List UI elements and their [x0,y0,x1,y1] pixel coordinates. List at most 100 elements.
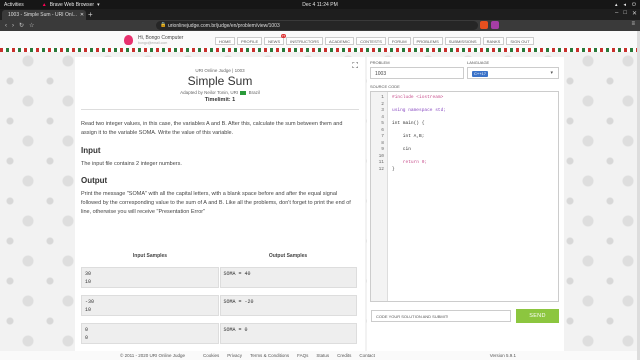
nav-label: ACADEMIC [328,38,351,44]
nav-label: FORUM [391,38,407,44]
line-number: 11 [378,160,384,165]
submit-hint-field[interactable]: CODE YOUR SOLUTION AND SUBMIT! [371,310,511,322]
sample-output: SOMA = 0 [219,323,357,344]
user-email: bongo@email.com [138,41,168,45]
footer-link-cookies[interactable]: Cookies [203,353,219,358]
code-line: return 0; [392,160,428,165]
code-line: using namespace std; [392,108,447,113]
browser-tab[interactable]: 1003 - Simple Sum - URI Onl... ✕ [2,10,86,20]
line-number: 4 [381,114,384,120]
nav-home-button[interactable]: HOME [215,37,235,45]
nav-news-button[interactable]: NEWS 77 [264,34,287,45]
sample-input: -30 10 [81,295,219,316]
line-number: 7 [381,134,384,139]
url-text: urionlinejudge.com.br/judge/en/problem/v… [168,22,280,29]
output-samples-header: Output Samples [268,253,308,259]
code-editor[interactable]: 1 2 3 4 5 6 7 8 9 10 11 12 #include <iostream> using… [370,91,559,302]
nav-label: PROFILE [241,38,259,44]
tab-strip: 1003 - Simple Sum - URI Onl... ✕ + – □ ✕ [0,9,640,20]
sample-row: 0 0 SOMA = 0 [81,323,357,344]
forward-icon[interactable]: › [12,23,14,29]
nav-problems-button[interactable]: PROBLEMS [412,37,443,45]
timelimit: Timelimit: 1 [204,97,236,103]
nav-submissions-button[interactable]: SUBMISSIONS [444,37,481,45]
nav-label: SIGN OUT [510,38,530,44]
footer-link-status[interactable]: Status [316,353,329,358]
problem-description: Read two integer values, in this case, t… [81,121,343,136]
user-greeting: Hi, Bongo Computer bongo@email.com [138,35,183,45]
judge-label: URI Online Judge | 1003 [195,68,245,73]
nav-label: NEWS [268,38,281,44]
footer-links: Cookies Privacy Terms & Conditions FAQs Stat… [203,353,375,358]
site-footer: © 2011 - 2020 URI Online Judge Cookies Pr… [0,351,640,360]
line-gutter: 1 2 3 4 5 6 7 8 9 10 11 12 [371,92,388,301]
sample-output: SOMA = -20 [219,295,357,316]
system-tray[interactable]: ▴ ◂ ⏻ [615,2,636,8]
close-window-icon[interactable]: ✕ [632,10,637,17]
footer-link-contact[interactable]: Contact [359,353,375,358]
line-number: 2 [381,101,384,107]
power-icon: ⏻ [632,1,636,8]
site-nav: HOME PROFILE NEWS 77 INSTRUCTORS ACADEMIC CONT… [215,34,534,45]
code-line: } [392,166,395,172]
footer-link-privacy[interactable]: Privacy [227,353,242,358]
address-bar[interactable]: 🔒 urionlinejudge.com.br/judge/en/problem… [156,21,478,30]
submit-panel: PROBLEM 1003 LANGUAGE C++17 ▾ SOURCE COD… [367,57,564,359]
sample-input: 30 10 [81,267,219,288]
nav-label: CONTESTS [360,38,382,44]
line-number: 5 [381,121,384,126]
back-icon[interactable]: ‹ [5,23,7,29]
close-tab-icon[interactable]: ✕ [80,12,84,18]
minimize-icon[interactable]: – [615,10,618,17]
browser-toolbar: ‹ › ↻ ☆ 🔒 urionlinejudge.com.br/judge/en… [0,20,640,31]
reload-icon[interactable]: ↻ [19,22,24,29]
nav-instructors-button[interactable]: INSTRUCTORS [286,37,323,45]
nav-ranks-button[interactable]: RANKS [482,37,505,45]
nav-profile-button[interactable]: PROFILE [237,37,263,45]
source-code-label: SOURCE CODE [370,84,400,89]
line-number: 10 [378,153,384,159]
adapted-by: Adapted by Neilor Tonin, URI Brazil [75,90,365,95]
nav-label: HOME [219,38,231,44]
footer-link-faqs[interactable]: FAQs [297,353,308,358]
clock[interactable]: Dec 4 11:24 PM [0,2,640,8]
line-number: 9 [381,147,384,152]
code-line: #include <iostream> [392,95,444,100]
tab-title: 1003 - Simple Sum - URI Onl... [8,12,77,18]
sample-row: 30 10 SOMA = 40 [81,267,357,288]
maximize-icon[interactable]: □ [623,10,627,17]
page-content: Hi, Bongo Computer bongo@email.com HOME P… [0,31,640,360]
avatar[interactable] [124,35,133,45]
site-header: Hi, Bongo Computer bongo@email.com HOME P… [0,31,640,48]
language-select[interactable]: C++17 ▾ [467,67,559,79]
brave-rewards-icon[interactable] [491,21,499,29]
menu-icon[interactable]: ≡ [631,21,635,27]
input-text: The input file contains 2 integer number… [81,161,182,167]
adapted-suffix: Brazil [248,90,260,95]
input-heading: Input [81,146,101,155]
problem-label: PROBLEM [370,60,390,65]
network-icon: ▴ [615,1,618,8]
output-heading: Output [81,176,108,185]
sample-output: SOMA = 40 [219,267,357,288]
output-text: Print the message "SOMA" with all the ca… [81,191,351,215]
problem-id-field[interactable]: 1003 [370,67,464,79]
line-number: 12 [378,166,384,172]
brave-shield-icon[interactable] [480,21,488,29]
nav-academic-button[interactable]: ACADEMIC [324,37,355,45]
send-button[interactable]: SEND [516,309,559,323]
footer-link-terms-conditions[interactable]: Terms & Conditions [250,353,289,358]
bookmark-icon[interactable]: ☆ [29,22,34,29]
sample-input: 0 0 [81,323,219,344]
adapted-prefix: Adapted by Neilor Tonin, URI [180,90,239,95]
nav-contests-button[interactable]: CONTESTS [356,37,386,45]
sample-row: -30 10 SOMA = -20 [81,295,357,316]
input-samples-header: Input Samples [132,253,168,259]
new-tab-button[interactable]: + [88,10,93,19]
sample-rows: 30 10 SOMA = 40 -30 10 SOMA = -20 0 0 SOMA = … [81,267,357,344]
footer-link-credits[interactable]: Credits [337,353,351,358]
line-number: 6 [381,127,384,133]
nav-sign-out-button[interactable]: SIGN OUT [506,37,534,45]
code-line: cin [392,147,411,152]
nav-forum-button[interactable]: FORUM [387,37,411,45]
